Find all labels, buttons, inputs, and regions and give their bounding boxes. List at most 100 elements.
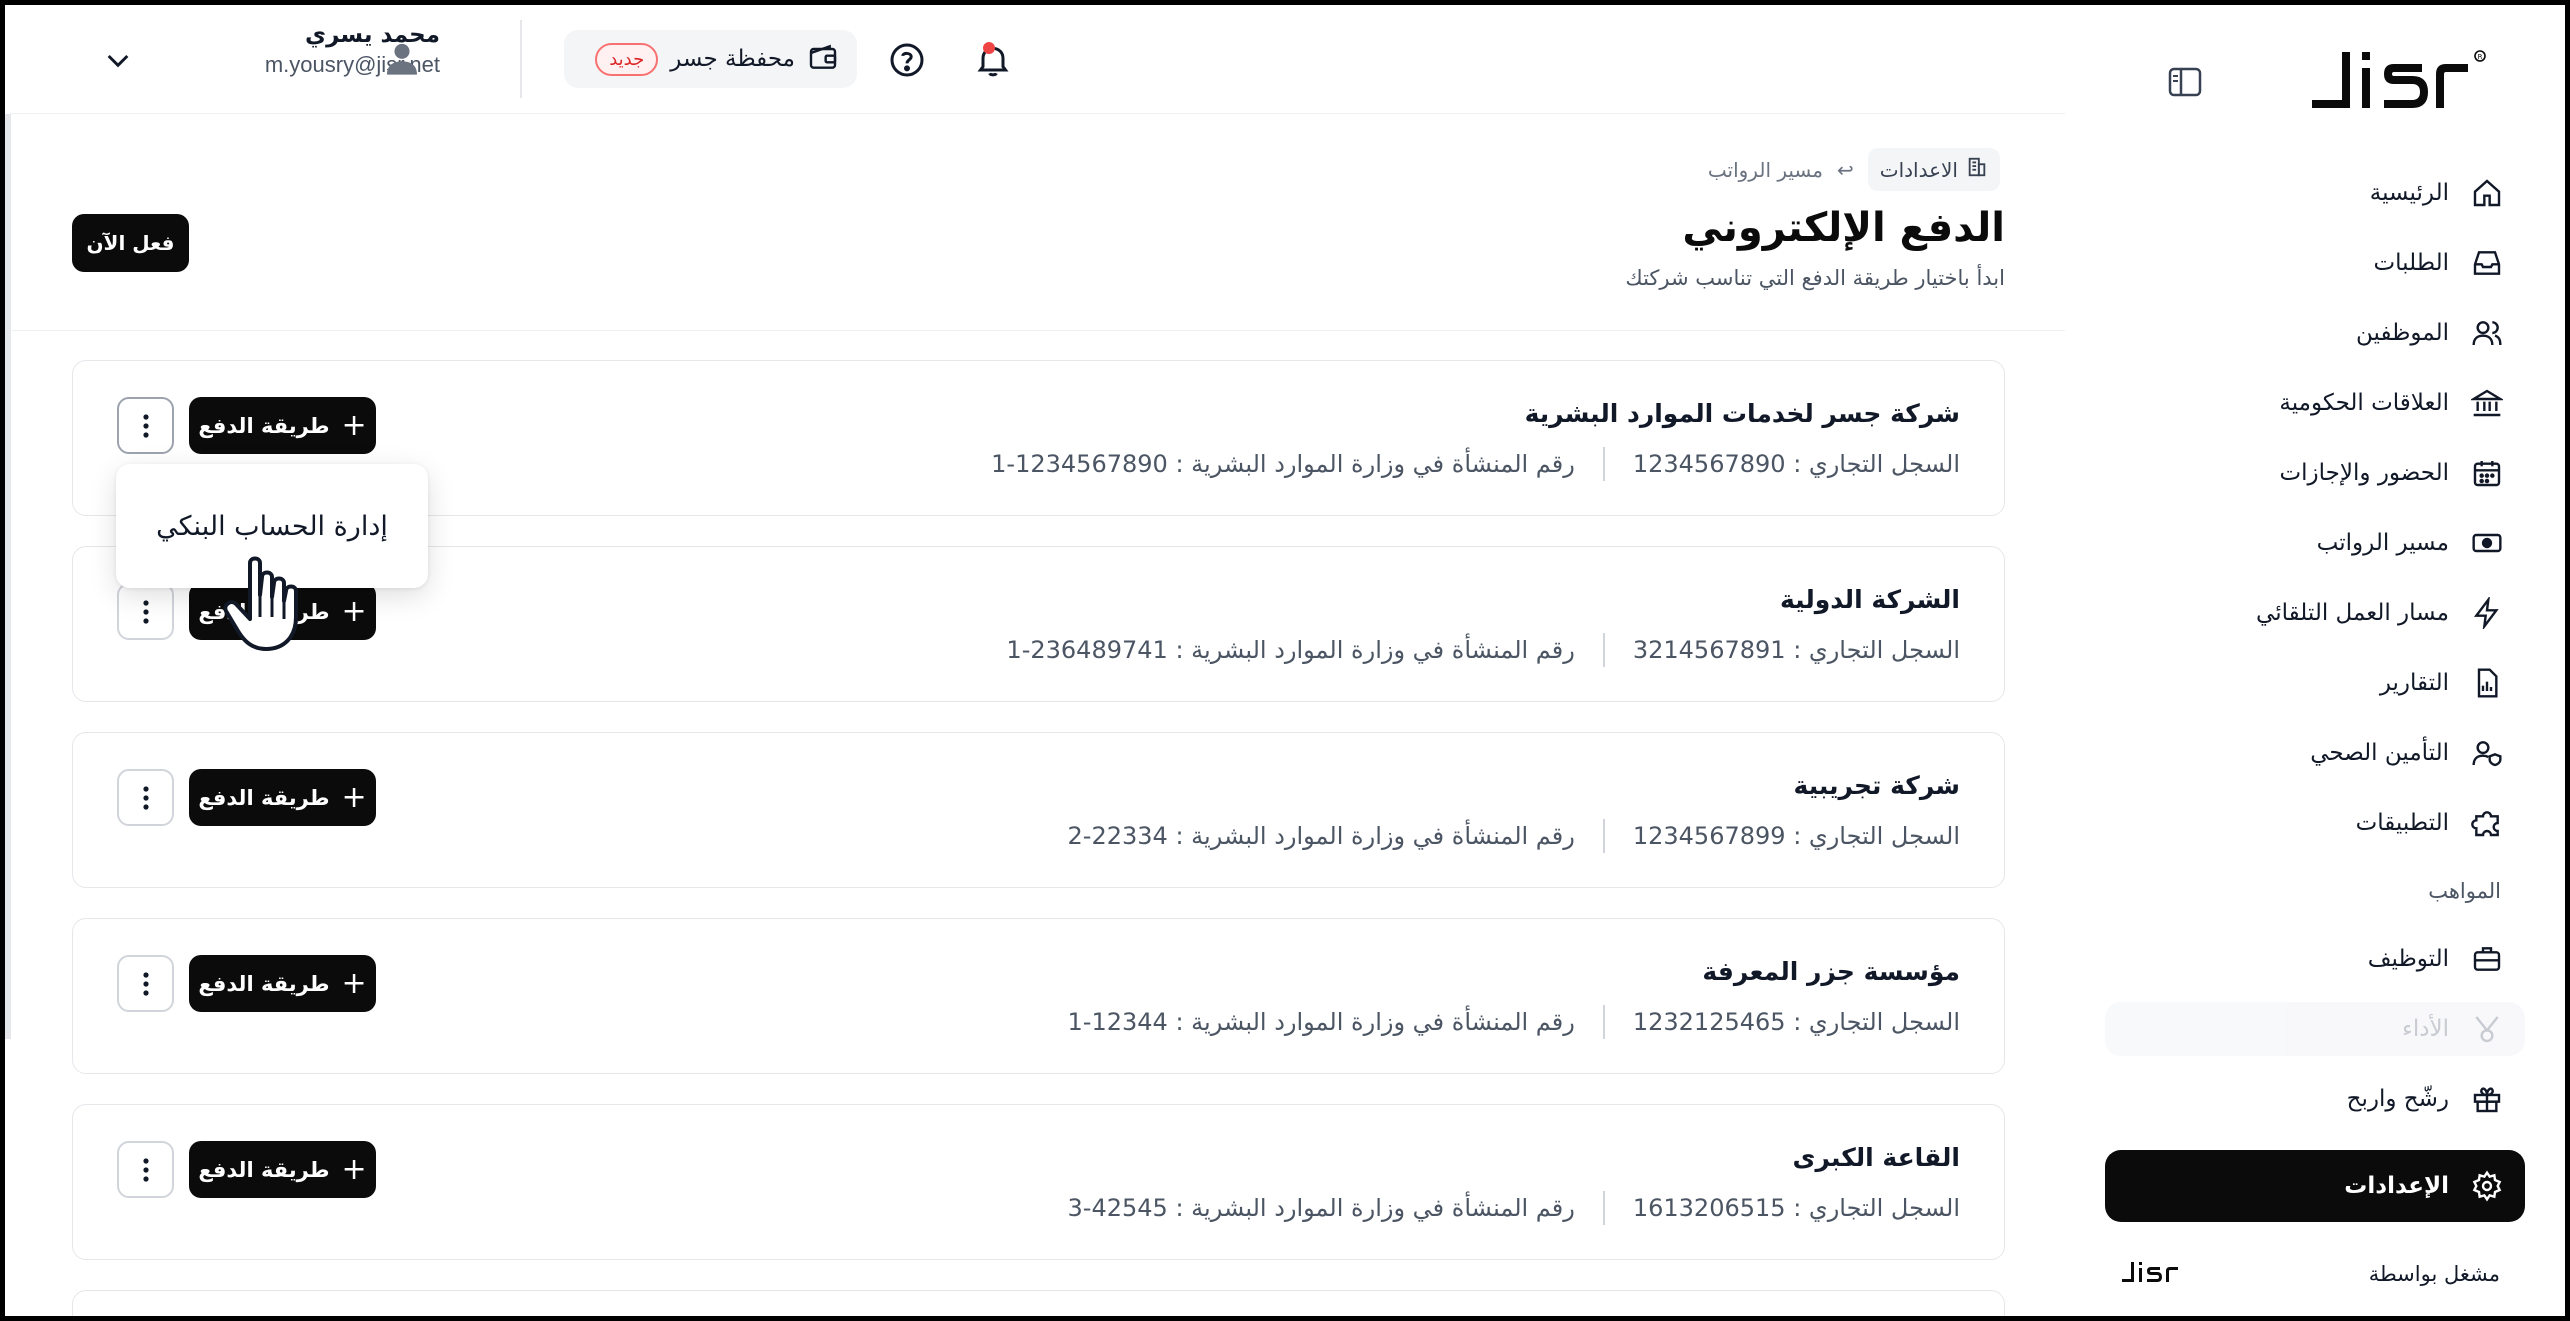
kebab-menu-icon <box>142 599 149 624</box>
sidebar-item-label: التقارير <box>2379 670 2449 696</box>
section-divider <box>10 330 2065 331</box>
mol-label: رقم المنشأة في وزارة الموارد البشرية : <box>1175 1194 1575 1222</box>
cr-label: السجل التجاري : <box>1793 450 1960 478</box>
gear-icon <box>2469 1168 2505 1204</box>
cr-label: السجل التجاري : <box>1793 822 1960 850</box>
manage-bank-account-menu-item[interactable]: إدارة الحساب البنكي <box>136 501 408 552</box>
hand-pointer-cursor-icon <box>222 555 332 655</box>
mol-field: رقم المنشأة في وزارة الموارد البشرية : 1… <box>991 450 1575 478</box>
sidebar-item-label: مسار العمل التلقائي <box>2256 600 2449 626</box>
payment-method-label: طريقة الدفع <box>198 785 330 810</box>
gift-icon <box>2469 1081 2505 1117</box>
page-title: الدفع الإلكتروني <box>1682 205 2005 251</box>
add-payment-method-button[interactable]: + طريقة الدفع <box>189 769 376 826</box>
sidebar-item-payroll[interactable]: مسير الرواتب <box>2105 508 2525 578</box>
sidebar-item-label: العلاقات الحكومية <box>2279 390 2449 416</box>
sidebar-item-attendance[interactable]: الحضور والإجازات <box>2105 438 2525 508</box>
mol-value: 42545-3 <box>1067 1194 1168 1222</box>
plus-icon: + <box>341 779 367 815</box>
powered-by-label: مشغل بواسطة <box>2368 1262 2500 1286</box>
sidebar-collapse-icon[interactable] <box>2165 62 2205 102</box>
content-scrollbar[interactable] <box>5 114 11 1039</box>
jisr-logo[interactable]: R <box>2302 42 2502 122</box>
mol-label: رقم المنشأة في وزارة الموارد البشرية : <box>1175 450 1575 478</box>
cr-value: 3214567891 <box>1632 636 1786 664</box>
sidebar-item-home[interactable]: الرئيسية <box>2105 158 2525 228</box>
more-options-button[interactable] <box>117 397 174 454</box>
sidebar-item-label: التطبيقات <box>2355 810 2449 836</box>
add-payment-method-button[interactable]: + طريقة الدفع <box>189 1141 376 1198</box>
cr-field: السجل التجاري : 3214567891 <box>1633 636 1960 664</box>
kebab-menu-icon <box>142 1157 149 1182</box>
sidebar-item-recruitment[interactable]: التوظيف <box>2105 924 2525 994</box>
sidebar-item-automation[interactable]: مسار العمل التلقائي <box>2105 578 2525 648</box>
svg-text:R: R <box>2478 53 2483 61</box>
company-meta: السجل التجاري : 3214567891 رقم المنشأة ف… <box>1006 633 1960 667</box>
sidebar-item-reports[interactable]: التقارير <box>2105 648 2525 718</box>
cr-value: 1613206515 <box>1632 1194 1786 1222</box>
sidebar-item-label: التوظيف <box>2367 946 2449 972</box>
meta-divider <box>1602 1191 1605 1225</box>
sidebar-item-performance[interactable]: الأداء <box>2105 1002 2525 1056</box>
mol-field: رقم المنشأة في وزارة الموارد البشرية : 1… <box>1067 1008 1574 1036</box>
meta-divider <box>1602 819 1605 853</box>
payment-method-label: طريقة الدفع <box>198 1157 330 1182</box>
automation-icon <box>2469 595 2505 631</box>
company-name: الشركة الدولية <box>1779 585 1960 614</box>
mol-value: 236489741-1 <box>1006 636 1168 664</box>
plus-icon: + <box>341 407 367 443</box>
sidebar-item-settings[interactable]: الإعدادات <box>2105 1150 2525 1222</box>
sidebar-item-employees[interactable]: الموظفين <box>2105 298 2525 368</box>
more-options-button[interactable] <box>117 955 174 1012</box>
company-name: القاعة الكبرى <box>1792 1143 1960 1172</box>
sidebar-item-label: الحضور والإجازات <box>2279 460 2449 486</box>
payment-method-label: طريقة الدفع <box>198 971 330 996</box>
cr-label: السجل التجاري : <box>1793 1008 1960 1036</box>
cr-value: 1234567899 <box>1632 822 1786 850</box>
page-subtitle: ابدأ باختيار طريقة الدفع التي تناسب شركت… <box>1625 266 2005 290</box>
jisr-wallet-button[interactable]: محفظة جسر جديد <box>564 30 857 88</box>
kebab-menu-icon <box>142 785 149 810</box>
sidebar-item-referral[interactable]: رشّح واربح <box>2105 1064 2525 1134</box>
sidebar-nav: الرئيسية الطلبات الموظفين العلاقات الحكو… <box>2105 158 2525 1222</box>
new-badge: جديد <box>595 42 659 76</box>
company-meta: السجل التجاري : 1234567899 رقم المنشأة ف… <box>1067 819 1960 853</box>
add-payment-method-button[interactable]: + طريقة الدفع <box>189 955 376 1012</box>
breadcrumb-settings-link[interactable]: الاعدادات <box>1867 148 2000 191</box>
money-icon <box>2469 525 2505 561</box>
more-options-button[interactable] <box>117 1141 174 1198</box>
health-insurance-icon <box>2469 735 2505 771</box>
wallet-icon <box>807 41 839 77</box>
report-icon <box>2469 665 2505 701</box>
inbox-icon <box>2469 245 2505 281</box>
notifications-bell-icon[interactable] <box>973 40 1013 80</box>
more-options-button[interactable] <box>117 583 174 640</box>
sidebar-item-label: مسير الرواتب <box>2316 530 2449 556</box>
add-payment-method-button[interactable]: + طريقة الدفع <box>189 397 376 454</box>
briefcase-icon <box>2469 941 2505 977</box>
user-avatar-icon[interactable] <box>382 38 422 78</box>
meta-divider <box>1602 1005 1605 1039</box>
more-options-button[interactable] <box>117 769 174 826</box>
sidebar-item-apps[interactable]: التطبيقات <box>2105 788 2525 858</box>
sidebar-item-health-insurance[interactable]: التأمين الصحي <box>2105 718 2525 788</box>
help-icon[interactable] <box>887 40 927 80</box>
bank-icon <box>2469 385 2505 421</box>
breadcrumb-parent-label: الاعدادات <box>1879 157 1958 182</box>
puzzle-icon <box>2469 805 2505 841</box>
mol-field: رقم المنشأة في وزارة الموارد البشرية : 2… <box>1006 636 1574 664</box>
sidebar-item-requests[interactable]: الطلبات <box>2105 228 2525 298</box>
notification-dot <box>983 42 995 54</box>
sidebar-item-gov-relations[interactable]: العلاقات الحكومية <box>2105 368 2525 438</box>
cr-value: 1234567890 <box>1632 450 1786 478</box>
chevron-down-icon[interactable] <box>102 44 134 76</box>
cr-label: السجل التجاري : <box>1793 1194 1960 1222</box>
cr-field: السجل التجاري : 1234567899 <box>1633 822 1960 850</box>
sidebar: R الرئيسية الطلبات الموظفين العلاقات الح… <box>2065 0 2570 1321</box>
sidebar-item-label: التأمين الصحي <box>2310 740 2449 766</box>
breadcrumb-current[interactable]: مسير الرواتب <box>1708 158 1823 182</box>
activate-now-button[interactable]: فعل الآن <box>72 214 189 272</box>
mol-value: 12344-1 <box>1067 1008 1168 1036</box>
mol-value: 1234567890-1 <box>991 450 1168 478</box>
users-icon <box>2469 315 2505 351</box>
